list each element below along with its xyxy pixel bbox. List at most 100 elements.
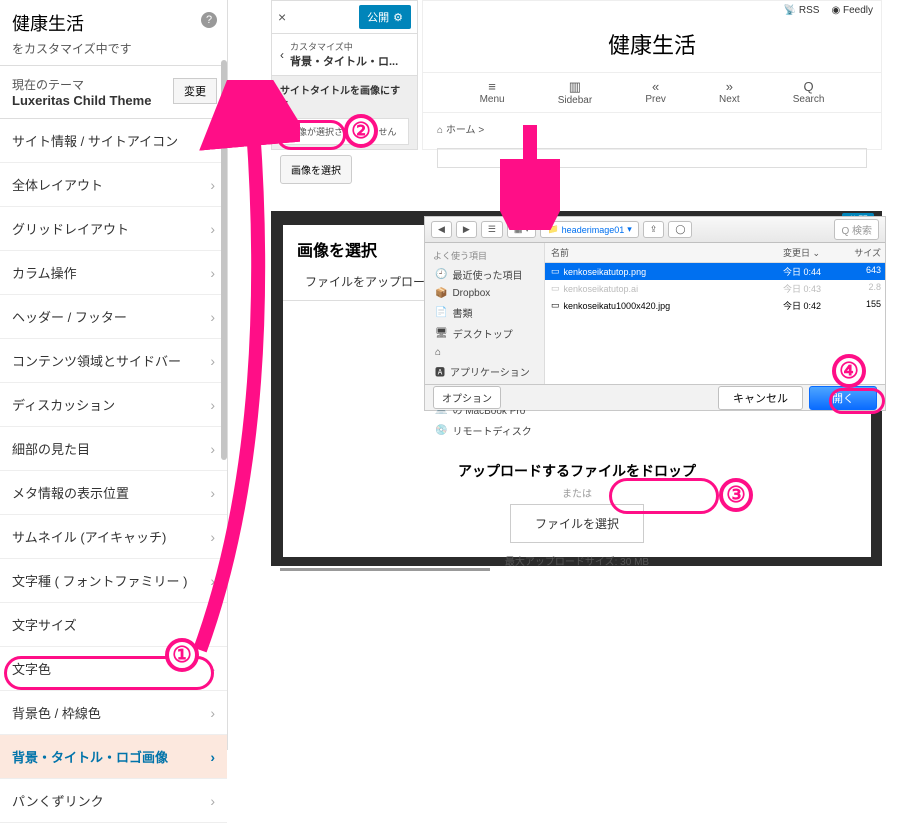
file-row[interactable]: ▭kenkoseikatutop.png今日 0:44643 bbox=[545, 263, 885, 280]
nav-icon: » bbox=[719, 79, 740, 94]
file-size: 155 bbox=[845, 299, 885, 312]
col-size[interactable]: サイズ bbox=[845, 243, 885, 262]
file-date: 今日 0:44 bbox=[779, 265, 845, 278]
max-size-label: 最大アップロードサイズ: 30 MB bbox=[283, 553, 871, 568]
file-name: kenkoseikatu1000x420.jpg bbox=[564, 301, 671, 311]
share-icon[interactable]: ⇪ bbox=[643, 221, 665, 238]
nav-item[interactable]: ≡Menu bbox=[480, 79, 505, 106]
customizer-header: 健康生活 をカスタマイズ中です ? bbox=[0, 0, 227, 66]
sidebar-item-label: 背景色 / 枠線色 bbox=[12, 703, 101, 722]
back-icon[interactable]: ‹ bbox=[280, 48, 284, 62]
nav-fwd-button[interactable]: ▶ bbox=[456, 221, 477, 238]
sidebar-favorite[interactable]: 📄書類 bbox=[425, 302, 544, 323]
subpanel-context: ‹ カスタマイズ中 背景・タイトル・ロ... bbox=[272, 34, 417, 76]
close-icon[interactable]: × bbox=[278, 9, 286, 25]
file-icon: ▭ bbox=[551, 266, 560, 277]
sidebar-item-label: カラム操作 bbox=[12, 263, 77, 282]
file-date: 今日 0:42 bbox=[779, 299, 845, 312]
nav-icon: « bbox=[645, 79, 666, 94]
nav-icon: ▥ bbox=[558, 79, 592, 95]
help-icon[interactable]: ? bbox=[201, 12, 217, 28]
nav-item[interactable]: QSearch bbox=[793, 79, 825, 106]
file-toolbar: ◀▶ ☰ ▦ ▾ 📁 headerimage01 ▾ ⇪ ◯ Q 検索 bbox=[425, 217, 885, 243]
file-row[interactable]: ▭kenkoseikatutop.ai今日 0:432.8 bbox=[545, 280, 885, 297]
file-dialog: ◀▶ ☰ ▦ ▾ 📁 headerimage01 ▾ ⇪ ◯ Q 検索 よく使う… bbox=[424, 216, 886, 411]
home-icon[interactable]: ⌂ bbox=[437, 125, 443, 136]
sidebar-item-label: 全体レイアウト bbox=[12, 175, 103, 194]
nav-label: Search bbox=[793, 94, 825, 105]
sidebar-favorite[interactable]: 🕘最近使った項目 bbox=[425, 264, 544, 285]
sidebar-favorite[interactable]: 🖥デスクトップ bbox=[425, 323, 544, 344]
file-name: kenkoseikatutop.png bbox=[564, 267, 647, 277]
sidebar-favorite[interactable]: ⌂ bbox=[425, 344, 544, 361]
file-sidebar: よく使う項目 🕘最近使った項目📦Dropbox📄書類🖥デスクトップ⌂ 🅰アプリケ… bbox=[425, 243, 545, 387]
sidebar-item-label: グリッドレイアウト bbox=[12, 219, 129, 238]
tags-icon[interactable]: ◯ bbox=[668, 221, 692, 238]
annotation-3: ③ bbox=[719, 478, 753, 512]
folder-icon: 🕘 bbox=[435, 269, 447, 280]
drop-label: アップロードするファイルをドロップ bbox=[283, 461, 871, 481]
annotation-4: ④ bbox=[832, 354, 866, 388]
nav-icon: Q bbox=[793, 79, 825, 94]
nav-back-button[interactable]: ◀ bbox=[431, 221, 452, 238]
sidebar-item[interactable]: パンくずリンク › bbox=[0, 779, 227, 823]
nav-label: Sidebar bbox=[558, 95, 592, 106]
file-icon: ▭ bbox=[551, 300, 560, 311]
chevron-right-icon: › bbox=[210, 749, 215, 765]
cancel-button[interactable]: キャンセル bbox=[718, 386, 803, 410]
nav-label: Next bbox=[719, 94, 740, 105]
annotation-2: ② bbox=[344, 114, 378, 148]
nav-label: Prev bbox=[645, 94, 666, 105]
device-icon: 💿 bbox=[435, 425, 447, 436]
folder-icon: 🅰 bbox=[435, 364, 445, 379]
file-footer: オプション キャンセル 開く bbox=[425, 384, 885, 410]
sidebar-device[interactable]: 💿リモートディスク bbox=[425, 420, 544, 441]
annotation-arrow-1 bbox=[190, 80, 300, 680]
annotation-ring-4 bbox=[829, 388, 885, 414]
col-date[interactable]: 変更日 ⌄ bbox=[779, 243, 845, 262]
preview-site-title: 健康生活 bbox=[423, 20, 881, 72]
or-label: または bbox=[283, 485, 871, 500]
nav-item[interactable]: «Prev bbox=[645, 79, 666, 106]
sidebar-item-label: 細部の見た目 bbox=[12, 439, 90, 458]
publish-button[interactable]: 公開⚙ bbox=[359, 5, 411, 29]
feedly-link[interactable]: ◉ Feedly bbox=[831, 5, 873, 16]
sidebar-item-label: 文字サイズ bbox=[12, 615, 77, 634]
gear-icon: ⚙ bbox=[393, 11, 403, 24]
chevron-right-icon: › bbox=[210, 705, 215, 721]
sidebar-item-label: コンテンツ領域とサイドバー bbox=[12, 351, 181, 370]
preview-nav: ≡Menu ▥Sidebar «Prev »Next QSearch bbox=[423, 72, 881, 113]
site-title: 健康生活 bbox=[12, 10, 215, 36]
file-date: 今日 0:43 bbox=[779, 282, 845, 295]
sidebar-item-label: ディスカッション bbox=[12, 395, 115, 414]
nav-item[interactable]: »Next bbox=[719, 79, 740, 106]
sidebar-item[interactable]: 背景色 / 枠線色 › bbox=[0, 691, 227, 735]
nav-icon: ≡ bbox=[480, 79, 505, 94]
sidebar-item[interactable]: 背景・タイトル・ロゴ画像› bbox=[0, 735, 227, 779]
sidebar-favorite[interactable]: 📦Dropbox bbox=[425, 285, 544, 302]
chevron-right-icon: › bbox=[210, 793, 215, 809]
col-name[interactable]: 名前 bbox=[545, 243, 779, 262]
file-row[interactable]: ▭ kenkoseikatu1000x420.jpg 今日 0:42155 bbox=[545, 297, 885, 314]
site-preview: 📡 RSS ◉ Feedly 健康生活 ≡Menu ▥Sidebar «Prev »N… bbox=[422, 0, 882, 150]
nav-item[interactable]: ▥Sidebar bbox=[558, 79, 592, 106]
sidebar-item-label: ヘッダー / フッター bbox=[12, 307, 127, 326]
sidebar-item-label: パンくずリンク bbox=[12, 791, 104, 810]
context-label: カスタマイズ中 bbox=[290, 40, 398, 53]
breadcrumb: ⌂ ホーム > bbox=[423, 113, 881, 144]
folder-icon: 🖥 bbox=[435, 328, 448, 339]
shadow-decoration bbox=[280, 568, 490, 571]
rss-link[interactable]: 📡 RSS bbox=[784, 5, 820, 16]
folder-icon: 📦 bbox=[435, 288, 447, 299]
search-input[interactable]: Q 検索 bbox=[834, 219, 879, 240]
sidebar-item-label: メタ情報の表示位置 bbox=[12, 483, 129, 502]
options-button[interactable]: オプション bbox=[433, 386, 501, 409]
file-columns: 名前 変更日 ⌄ サイズ bbox=[545, 243, 885, 263]
context-title: 背景・タイトル・ロ... bbox=[290, 53, 398, 69]
sidebar-favorite[interactable]: 🅰アプリケーション bbox=[425, 361, 544, 382]
sidebar-item-label: サムネイル (アイキャッチ) bbox=[12, 527, 166, 546]
preview-topbar: 📡 RSS ◉ Feedly bbox=[423, 1, 881, 20]
tab-upload[interactable]: ファイルをアップロード bbox=[297, 265, 445, 300]
file-icon: ▭ bbox=[551, 283, 560, 294]
favorites-header: よく使う項目 bbox=[425, 247, 544, 264]
